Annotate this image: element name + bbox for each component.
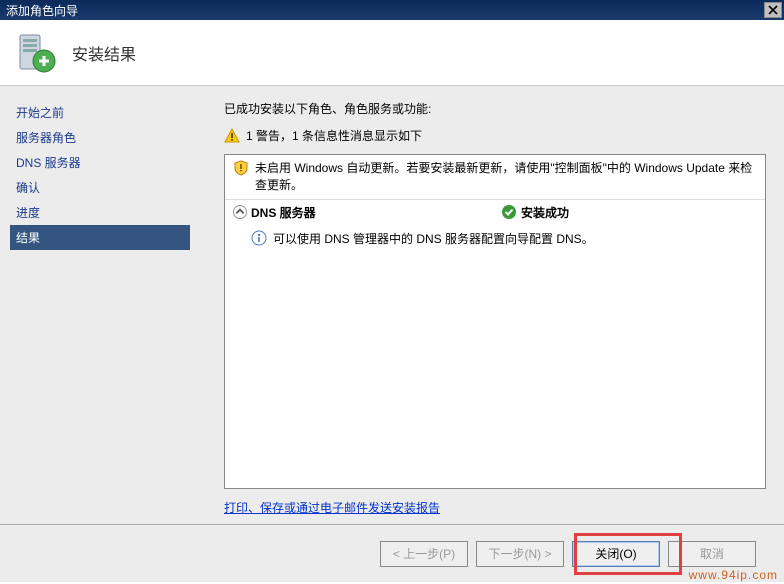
- collapse-icon[interactable]: [233, 205, 247, 219]
- sidebar-item-server-roles[interactable]: 服务器角色: [10, 125, 190, 150]
- update-warning-row: 未启用 Windows 自动更新。若要安装最新更新，请使用"控制面板"中的 Wi…: [225, 155, 765, 199]
- sidebar-item-progress[interactable]: 进度: [10, 200, 190, 225]
- warning-summary-row: 1 警告，1 条信息性消息显示如下: [224, 127, 766, 144]
- cancel-button: 取消: [668, 541, 756, 567]
- shield-warning-icon: [233, 160, 249, 176]
- wizard-footer: < 上一步(P) 下一步(N) > 关闭(O) 取消: [0, 524, 784, 582]
- wizard-body: 开始之前 服务器角色 DNS 服务器 确认 进度 结果 已成功安装以下角色、角色…: [0, 86, 784, 524]
- role-name: DNS 服务器: [251, 204, 501, 221]
- role-info-text: 可以使用 DNS 管理器中的 DNS 服务器配置向导配置 DNS。: [273, 230, 594, 247]
- results-panel: 未启用 Windows 自动更新。若要安装最新更新，请使用"控制面板"中的 Wi…: [224, 154, 766, 489]
- role-info-row: 可以使用 DNS 管理器中的 DNS 服务器配置向导配置 DNS。: [225, 225, 765, 252]
- info-icon: [251, 230, 267, 246]
- next-button: 下一步(N) >: [476, 541, 564, 567]
- wizard-sidebar: 开始之前 服务器角色 DNS 服务器 确认 进度 结果: [0, 86, 190, 524]
- warning-icon: [224, 128, 240, 144]
- role-status: 安装成功: [501, 204, 569, 221]
- server-role-icon: [14, 31, 58, 75]
- window-title: 添加角色向导: [6, 2, 764, 19]
- close-icon: [768, 5, 778, 15]
- wizard-header: 安装结果: [0, 20, 784, 86]
- sidebar-item-before-begin[interactable]: 开始之前: [10, 100, 190, 125]
- report-link[interactable]: 打印、保存或通过电子邮件发送安装报告: [224, 499, 766, 516]
- titlebar: 添加角色向导: [0, 0, 784, 20]
- sidebar-item-results[interactable]: 结果: [10, 225, 190, 250]
- success-icon: [501, 204, 517, 220]
- warning-summary-text: 1 警告，1 条信息性消息显示如下: [246, 127, 422, 144]
- prev-button: < 上一步(P): [380, 541, 468, 567]
- update-warning-text: 未启用 Windows 自动更新。若要安装最新更新，请使用"控制面板"中的 Wi…: [255, 160, 757, 194]
- intro-text: 已成功安装以下角色、角色服务或功能:: [224, 100, 766, 117]
- role-header-row: DNS 服务器 安装成功: [225, 199, 765, 225]
- wizard-content: 已成功安装以下角色、角色服务或功能: 1 警告，1 条信息性消息显示如下 未启用…: [190, 86, 784, 524]
- page-title: 安装结果: [72, 41, 136, 65]
- close-button[interactable]: 关闭(O): [572, 541, 660, 567]
- role-status-text: 安装成功: [521, 204, 569, 221]
- sidebar-item-dns-server[interactable]: DNS 服务器: [10, 150, 190, 175]
- sidebar-item-confirm[interactable]: 确认: [10, 175, 190, 200]
- watermark-text: www.94ip.com: [689, 568, 778, 582]
- window-close-button[interactable]: [764, 2, 782, 18]
